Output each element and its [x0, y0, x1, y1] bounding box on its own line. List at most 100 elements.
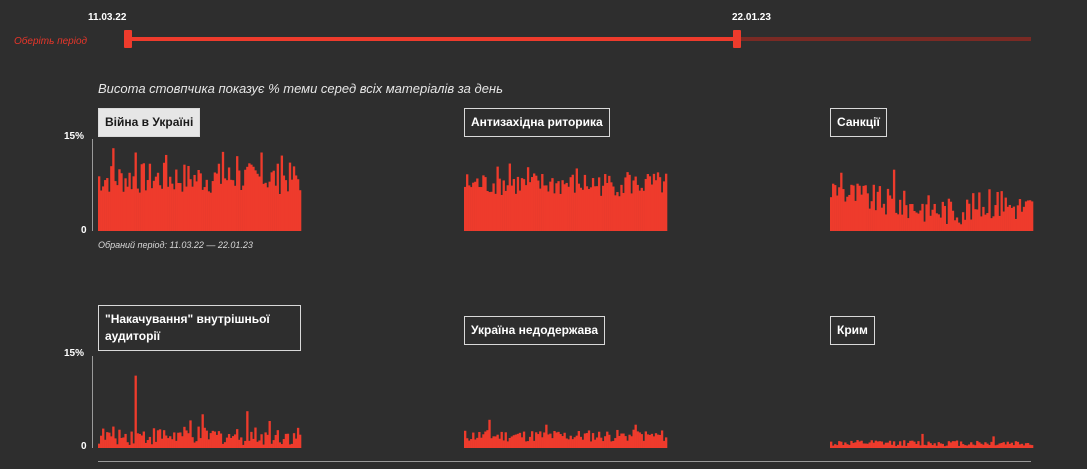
bar — [539, 431, 542, 448]
bar — [555, 432, 558, 448]
bar — [207, 439, 210, 448]
bar — [878, 186, 882, 231]
bar — [949, 442, 953, 448]
bar — [907, 442, 910, 448]
slider-end-handle[interactable] — [733, 30, 741, 48]
bar — [490, 438, 493, 448]
bar — [604, 436, 607, 448]
bar — [959, 441, 963, 448]
topic-button-crimea[interactable]: Крим — [830, 316, 875, 345]
bar — [506, 185, 509, 231]
bar — [132, 443, 135, 448]
bar — [193, 174, 196, 231]
bar — [535, 175, 538, 231]
slider-selected-range[interactable] — [128, 37, 737, 41]
bar — [1018, 444, 1022, 448]
bar — [464, 186, 467, 231]
bar — [864, 443, 867, 448]
bar — [901, 445, 904, 448]
bar — [612, 440, 615, 448]
bar — [894, 446, 898, 448]
slider-start-handle[interactable] — [124, 30, 132, 48]
bar — [921, 203, 924, 231]
bar — [961, 444, 965, 448]
bar — [1008, 204, 1011, 231]
bar — [468, 185, 471, 231]
bar — [595, 437, 599, 448]
bar — [858, 441, 861, 448]
bar — [144, 442, 148, 448]
bar — [945, 445, 949, 448]
bar — [244, 169, 247, 231]
bar — [132, 176, 135, 231]
bar — [231, 436, 235, 448]
bar — [150, 188, 154, 231]
end-date-label: 22.01.23 — [732, 12, 771, 23]
bar — [118, 169, 121, 231]
bar — [563, 184, 566, 231]
bar — [102, 186, 105, 231]
bar — [522, 431, 526, 448]
bar — [203, 427, 206, 448]
bar — [152, 180, 156, 231]
bar — [984, 214, 987, 231]
bar — [282, 439, 286, 448]
bar — [268, 421, 271, 448]
topic-button-sanctions[interactable]: Санкції — [830, 108, 887, 137]
bar — [189, 420, 192, 448]
bar — [911, 440, 914, 448]
bar — [211, 430, 215, 448]
bar — [282, 175, 286, 231]
bar — [466, 174, 469, 231]
bar — [138, 433, 141, 448]
bar — [935, 445, 938, 448]
bar — [658, 177, 662, 231]
bar — [120, 437, 123, 448]
bar — [1016, 205, 1020, 231]
bar — [976, 209, 979, 231]
bar — [896, 214, 900, 231]
bar — [248, 163, 251, 231]
bar — [148, 163, 152, 231]
bar — [569, 177, 572, 231]
bar — [1028, 444, 1032, 448]
bar — [288, 444, 292, 448]
bar — [622, 433, 625, 448]
topic-button-ukraine-nonstate[interactable]: Україна недодержава — [464, 316, 606, 345]
bar — [1010, 442, 1013, 448]
bar — [846, 444, 849, 448]
bar — [185, 430, 188, 448]
bar — [296, 179, 300, 231]
bar — [158, 185, 162, 231]
bar — [124, 178, 127, 231]
selected-period-caption: Обраний період: 11.03.22 — 22.01.23 — [98, 240, 253, 250]
bar — [225, 437, 229, 448]
bar — [567, 439, 570, 448]
bar — [927, 441, 930, 448]
bar — [1030, 445, 1034, 448]
bar — [856, 183, 859, 231]
bar — [535, 432, 538, 448]
topic-button-domestic-audience[interactable]: "Накачування" внутрішньої аудиторії — [98, 305, 301, 351]
bar — [496, 434, 499, 448]
bar — [134, 152, 137, 231]
bar — [122, 191, 125, 231]
bar — [909, 204, 912, 231]
topic-button-war[interactable]: Війна в Україні — [98, 108, 201, 137]
bar — [193, 442, 196, 448]
bar — [197, 426, 200, 448]
bar — [949, 201, 953, 231]
topic-button-anti-western[interactable]: Антизахідна риторика — [464, 108, 610, 137]
bar — [608, 175, 611, 231]
bar — [100, 190, 103, 231]
bar — [472, 182, 475, 231]
bar — [164, 435, 168, 448]
bar — [270, 443, 273, 448]
y-tick-top-row2: 15% — [64, 348, 85, 359]
bar — [848, 444, 851, 448]
bar — [150, 444, 154, 448]
bar — [1024, 443, 1028, 448]
bar — [955, 440, 959, 448]
bar — [874, 440, 877, 448]
bar — [892, 169, 896, 231]
